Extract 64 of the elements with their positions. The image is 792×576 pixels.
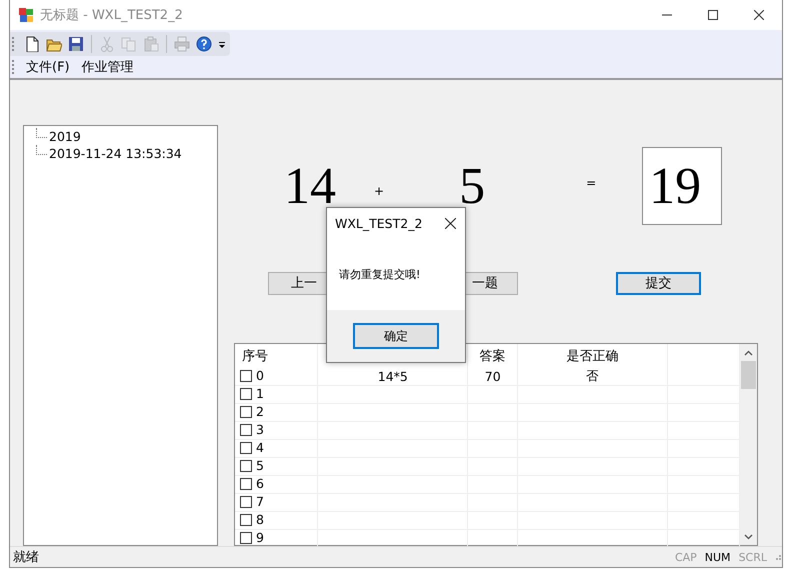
table-cell: 4 (256, 440, 264, 456)
close-icon (444, 218, 456, 228)
table-cell: 2 (256, 404, 264, 420)
answer-field[interactable]: 19 (642, 147, 722, 225)
table-cell: 9 (256, 530, 264, 546)
scroll-up-icon (744, 350, 753, 356)
operator-text: + (374, 184, 384, 198)
checkbox[interactable] (240, 424, 252, 436)
table-cell: 5 (256, 458, 264, 474)
printer-icon (174, 36, 190, 52)
table-cell (668, 386, 740, 404)
action-button[interactable]: 提交 (616, 272, 701, 294)
checkbox[interactable] (240, 532, 252, 544)
table-cell: 0 (256, 368, 264, 384)
window-title: 无标题 - WXL_TEST2_2 (40, 7, 184, 24)
checkbox[interactable] (240, 388, 252, 400)
menu-item[interactable]: 作业管理 (76, 58, 140, 76)
checkbox[interactable] (240, 496, 252, 508)
help-icon (196, 36, 212, 52)
checkbox[interactable] (240, 514, 252, 526)
table-cell: 8 (256, 512, 264, 528)
table-cell: 14*5 (318, 368, 468, 386)
dropdown-icon[interactable] (218, 39, 226, 49)
checkbox[interactable] (240, 370, 252, 382)
dialog-title: WXL_TEST2_2 (335, 216, 424, 230)
close-icon (754, 10, 764, 20)
help-button[interactable] (194, 34, 214, 54)
column-header[interactable]: 答案 (468, 344, 518, 368)
status-text: 就绪 (12, 549, 40, 566)
table-cell (668, 368, 740, 386)
tree-item[interactable]: 2019 (49, 129, 81, 144)
table-cell: 1 (256, 386, 264, 402)
table-cell (468, 530, 518, 548)
column-header[interactable]: 是否正确 (518, 344, 668, 368)
operand-text: 14 (284, 156, 336, 216)
operand-text: 5 (459, 156, 486, 216)
table-cell: 否 (518, 368, 668, 386)
scissors-icon (99, 36, 115, 52)
scroll-down-icon (744, 534, 753, 540)
scroll-thumb[interactable] (741, 361, 756, 389)
status-indicator: NUM (704, 550, 732, 564)
status-indicator: SCRL (738, 550, 768, 564)
table-cell: 3 (256, 422, 264, 438)
column-header[interactable]: 序号 (235, 344, 318, 368)
table-cell: 70 (468, 368, 518, 386)
clipboard-icon (143, 36, 159, 52)
status-indicator: CAP (674, 550, 698, 564)
checkbox[interactable] (240, 406, 252, 418)
scrollbar[interactable] (740, 344, 757, 545)
floppy-disk-button[interactable] (66, 34, 86, 54)
app-icon (18, 7, 34, 23)
table-cell: 7 (256, 494, 264, 510)
table-cell: 6 (256, 476, 264, 492)
document-icon (24, 36, 40, 52)
maximize-icon (708, 10, 718, 20)
checkbox[interactable] (240, 478, 252, 490)
checkbox[interactable] (240, 442, 252, 454)
menu-item[interactable]: 文件(F) (20, 58, 76, 76)
ok-button[interactable]: 确定 (353, 323, 439, 349)
table-cell (668, 530, 740, 548)
equals-text: = (586, 176, 596, 190)
checkbox[interactable] (240, 460, 252, 472)
tree-item[interactable]: 2019-11-24 13:53:34 (49, 146, 182, 161)
copy-icon (121, 36, 137, 52)
